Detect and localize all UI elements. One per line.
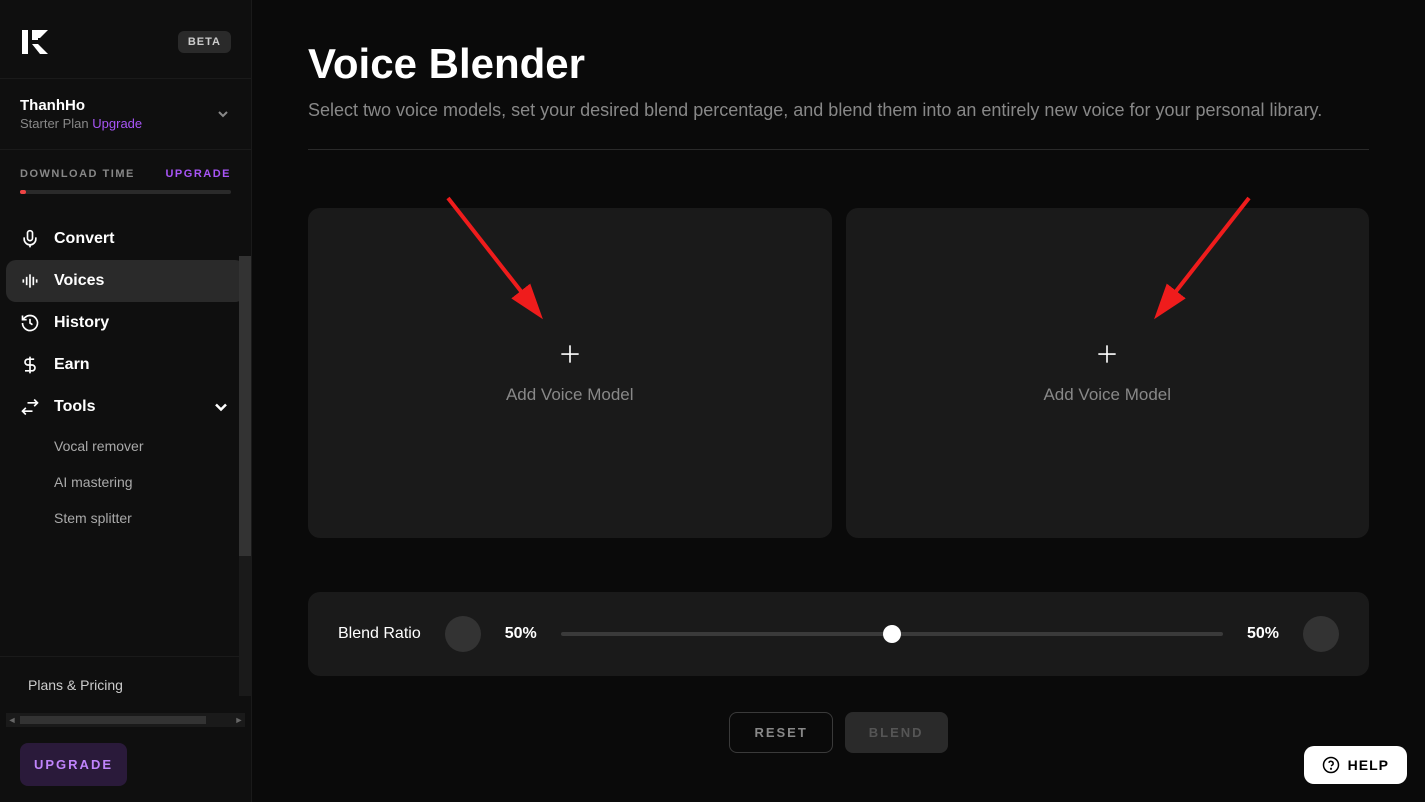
download-upgrade-link[interactable]: UPGRADE: [165, 168, 231, 180]
beta-badge: BETA: [178, 31, 231, 53]
tools-icon: [20, 397, 40, 417]
divider: [308, 149, 1369, 150]
reset-button[interactable]: RESET: [729, 712, 832, 753]
nav-convert-label: Convert: [54, 230, 114, 248]
user-plan: Starter Plan Upgrade: [20, 116, 142, 131]
nav-tools-label: Tools: [54, 398, 95, 416]
add-voice-model-right-label: Add Voice Model: [1043, 385, 1171, 405]
download-progress: [20, 190, 231, 194]
voice-avatar-right: [1303, 616, 1339, 652]
nav: Convert Voices History Earn Tools Vocal …: [0, 212, 251, 656]
download-time-label: DOWNLOAD TIME: [20, 168, 135, 180]
user-upgrade-link[interactable]: Upgrade: [92, 116, 142, 131]
blend-slider-handle[interactable]: [883, 625, 901, 643]
sidebar-scrollbar[interactable]: [239, 256, 251, 696]
user-plan-prefix: Starter Plan: [20, 116, 92, 131]
add-voice-model-left-label: Add Voice Model: [506, 385, 634, 405]
main-content: Voice Blender Select two voice models, s…: [252, 0, 1425, 802]
page-title: Voice Blender: [308, 40, 1369, 88]
upgrade-button[interactable]: UPGRADE: [20, 743, 127, 786]
voice-model-cards: Add Voice Model Add Voice Model: [308, 208, 1369, 538]
app-logo-icon: [20, 26, 52, 58]
annotation-arrow-icon: [1139, 188, 1259, 338]
sidebar-header: BETA: [0, 0, 251, 79]
nav-earn[interactable]: Earn: [6, 344, 245, 386]
help-icon: [1322, 756, 1340, 774]
nav-vocal-remover[interactable]: Vocal remover: [6, 428, 245, 464]
nav-earn-label: Earn: [54, 356, 90, 374]
chevron-down-icon: [211, 397, 231, 417]
blend-ratio-label: Blend Ratio: [338, 625, 421, 643]
voice-avatar-left: [445, 616, 481, 652]
download-progress-fill: [20, 190, 26, 194]
history-icon: [20, 313, 40, 333]
waveform-icon: [20, 271, 40, 291]
nav-history-label: History: [54, 314, 109, 332]
nav-voices-label: Voices: [54, 272, 104, 290]
annotation-arrow-icon: [438, 188, 558, 338]
user-info: ThanhHo Starter Plan Upgrade: [20, 97, 142, 131]
chevron-down-icon: [215, 106, 231, 122]
sidebar-h-scrollbar-thumb[interactable]: [20, 716, 206, 724]
add-voice-model-left[interactable]: Add Voice Model: [308, 208, 832, 538]
dollar-icon: [20, 355, 40, 375]
sidebar-bottom: Plans & Pricing ◄ ► UPGRADE: [0, 656, 251, 802]
blend-button[interactable]: BLEND: [845, 712, 948, 753]
download-section: DOWNLOAD TIME UPGRADE: [0, 150, 251, 212]
scroll-left-icon[interactable]: ◄: [6, 715, 18, 725]
nav-history[interactable]: History: [6, 302, 245, 344]
microphone-icon: [20, 229, 40, 249]
page-description: Select two voice models, set your desire…: [308, 100, 1369, 121]
nav-stem-splitter[interactable]: Stem splitter: [6, 500, 245, 536]
help-button[interactable]: HELP: [1304, 746, 1407, 784]
user-name: ThanhHo: [20, 97, 142, 114]
plans-pricing-link[interactable]: Plans & Pricing: [0, 657, 251, 713]
blend-ratio-panel: Blend Ratio 50% 50%: [308, 592, 1369, 676]
sidebar-h-scrollbar[interactable]: ◄ ►: [6, 713, 245, 727]
sidebar-scrollbar-thumb[interactable]: [239, 256, 251, 556]
help-label: HELP: [1348, 757, 1389, 773]
plus-icon: [1094, 341, 1120, 367]
blend-slider[interactable]: [561, 632, 1223, 636]
scroll-right-icon[interactable]: ►: [233, 715, 245, 725]
action-buttons: RESET BLEND: [308, 712, 1369, 753]
add-voice-model-right[interactable]: Add Voice Model: [846, 208, 1370, 538]
plus-icon: [557, 341, 583, 367]
nav-tools[interactable]: Tools: [6, 386, 245, 428]
nav-voices[interactable]: Voices: [6, 260, 245, 302]
user-section[interactable]: ThanhHo Starter Plan Upgrade: [0, 79, 251, 150]
blend-pct-right: 50%: [1247, 625, 1279, 643]
blend-pct-left: 50%: [505, 625, 537, 643]
sidebar: BETA ThanhHo Starter Plan Upgrade DOWNLO…: [0, 0, 252, 802]
nav-convert[interactable]: Convert: [6, 218, 245, 260]
nav-ai-mastering[interactable]: AI mastering: [6, 464, 245, 500]
